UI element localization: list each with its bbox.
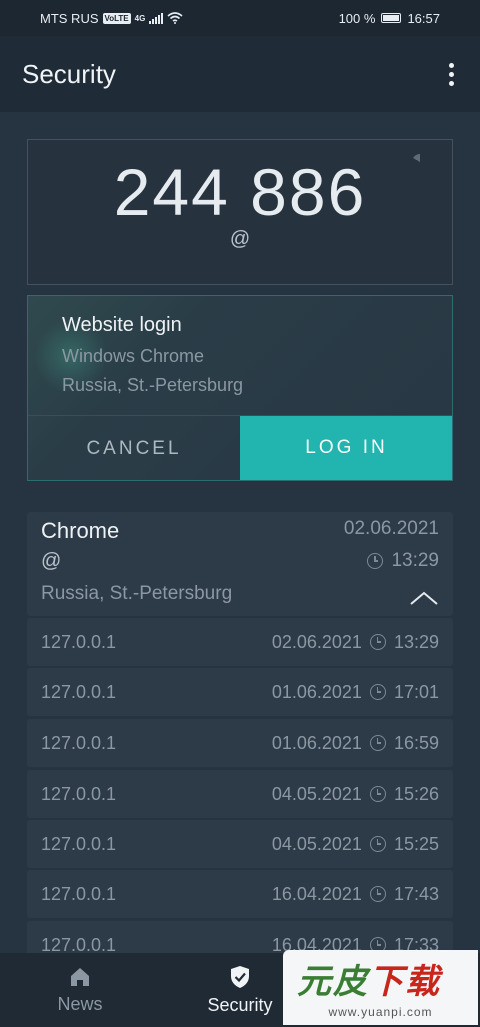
- table-row: 127.0.0.1 16.04.2021 17:43: [27, 870, 453, 918]
- row-date: 16.04.2021: [271, 883, 362, 904]
- log-in-button[interactable]: LOG IN: [240, 416, 452, 480]
- watermark-text: 元皮下载: [297, 954, 441, 1003]
- row-ip: 127.0.0.1: [41, 681, 117, 702]
- row-date: 01.06.2021: [271, 732, 362, 753]
- row-date: 04.05.2021: [271, 833, 362, 854]
- row-time: 15:26: [393, 783, 439, 804]
- code-account: @: [229, 228, 251, 250]
- watermark-text-green: 元皮: [297, 962, 369, 1002]
- session-location: Russia, St.-Petersburg: [41, 583, 233, 604]
- cancel-button[interactable]: CANCEL: [28, 416, 240, 480]
- home-icon: [71, 967, 89, 986]
- chevron-up-icon[interactable]: [409, 590, 439, 606]
- page-title: Security: [22, 58, 116, 89]
- row-time: 13:29: [393, 631, 439, 652]
- table-row: 127.0.0.1 04.05.2021 15:25: [27, 820, 453, 868]
- watermark-text-red: 下载: [369, 962, 441, 1002]
- table-row: 127.0.0.1 01.06.2021 16:59: [27, 719, 453, 767]
- shield-check-icon: [231, 965, 249, 988]
- row-ip: 127.0.0.1: [41, 883, 117, 904]
- carrier-label: MTS RUS: [40, 10, 99, 26]
- row-datetime: 02.06.2021 13:29: [272, 632, 439, 653]
- status-bar: MTS RUS VoLTE 4G 100 % 16:57: [0, 0, 480, 36]
- session-date: 02.06.2021: [343, 518, 439, 539]
- row-time: 16:59: [393, 732, 439, 753]
- session-browser: Chrome: [41, 518, 120, 543]
- app-bar: Security: [0, 36, 480, 112]
- row-time: 17:01: [393, 681, 439, 702]
- one-time-code-card: 244 886 @: [27, 139, 453, 285]
- clock-icon: [369, 684, 386, 700]
- battery-icon: [381, 13, 402, 23]
- clock-icon: [369, 886, 386, 902]
- watermark-url: www.yuanpi.com: [328, 1005, 433, 1019]
- session-account: @: [41, 550, 62, 572]
- row-date: 02.06.2021: [271, 631, 362, 652]
- row-datetime: 01.06.2021 16:59: [272, 733, 439, 754]
- status-right: 100 % 16:57: [339, 11, 440, 26]
- row-datetime: 04.05.2021 15:26: [272, 784, 439, 805]
- more-options-icon[interactable]: [445, 59, 458, 90]
- clock-icon: [369, 735, 386, 751]
- session-header[interactable]: Chrome @ Russia, St.-Petersburg 02.06.20…: [27, 512, 453, 616]
- network-type: 4G: [134, 13, 146, 23]
- clock-icon: [369, 786, 386, 802]
- code-timer-icon: [412, 154, 428, 170]
- nav-item-news[interactable]: News: [0, 953, 160, 1027]
- clock-icon: [369, 634, 386, 650]
- row-date: 04.05.2021: [271, 783, 362, 804]
- clock-icon: [369, 836, 386, 852]
- volte-badge: VoLTE: [102, 12, 131, 24]
- session-time-value: 13:29: [391, 550, 439, 571]
- login-request-card: Website login Windows Chrome Russia, St.…: [27, 295, 453, 481]
- row-ip: 127.0.0.1: [41, 732, 117, 753]
- row-ip: 127.0.0.1: [41, 833, 117, 854]
- signal-icon: [149, 12, 164, 24]
- row-time: 15:25: [393, 833, 439, 854]
- table-row: 127.0.0.1 04.05.2021 15:26: [27, 770, 453, 818]
- table-row: 127.0.0.1 01.06.2021 17:01: [27, 668, 453, 716]
- clock-time: 16:57: [407, 10, 440, 26]
- clock-icon: [367, 553, 384, 569]
- row-datetime: 04.05.2021 15:25: [272, 834, 439, 855]
- table-row: 127.0.0.1 02.06.2021 13:29: [27, 618, 453, 666]
- row-time: 17:43: [393, 883, 439, 904]
- row-datetime: 01.06.2021 17:01: [272, 682, 439, 703]
- row-ip: 127.0.0.1: [41, 783, 117, 804]
- login-request-location: Russia, St.-Petersburg: [62, 375, 244, 395]
- status-left: MTS RUS VoLTE 4G: [40, 11, 183, 26]
- row-datetime: 16.04.2021 17:43: [272, 884, 439, 905]
- row-date: 01.06.2021: [271, 681, 362, 702]
- row-ip: 127.0.0.1: [41, 631, 117, 652]
- wifi-icon: [167, 12, 183, 24]
- nav-label-security: Security: [207, 994, 273, 1015]
- watermark-logo: 元皮下载 www.yuanpi.com: [283, 950, 478, 1025]
- login-request-client: Windows Chrome: [62, 346, 205, 366]
- session-time: 13:29: [367, 550, 439, 572]
- login-request-title: Website login: [62, 314, 182, 336]
- one-time-code[interactable]: 244 886: [28, 154, 452, 230]
- nav-label-news: News: [57, 993, 103, 1014]
- battery-percent: 100 %: [338, 10, 376, 26]
